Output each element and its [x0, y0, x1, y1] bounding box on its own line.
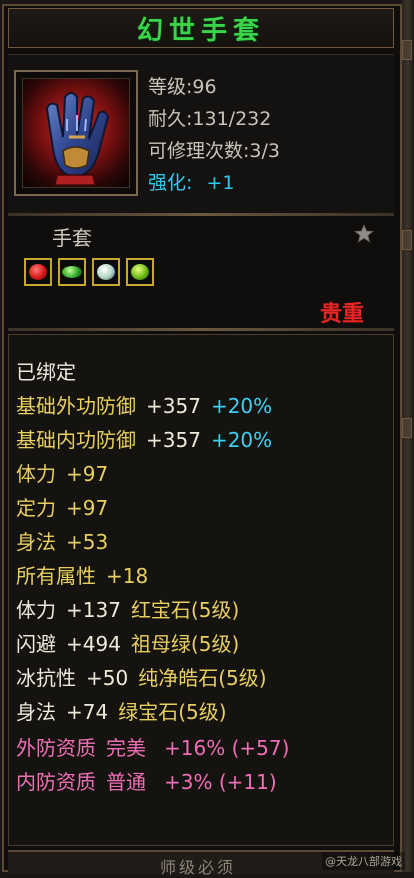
- property-row: 定力 +97: [16, 496, 109, 520]
- enhance-value: +1: [206, 172, 235, 194]
- divider: [8, 328, 394, 331]
- property-row: 冰抗性 +50 纯净皓石(5级): [16, 666, 267, 690]
- gem-slots: [24, 258, 154, 286]
- footer-text: 师级必须: [160, 858, 237, 877]
- star-icon[interactable]: [354, 224, 374, 244]
- level-stat: 等级:96: [148, 76, 217, 98]
- emerald-gem-icon[interactable]: [58, 258, 86, 286]
- window-edge: [402, 0, 414, 872]
- item-icon-box[interactable]: [14, 70, 138, 196]
- enhance-stat: 强化: +1: [148, 168, 234, 195]
- property-row: 基础内功防御 +357 +20%: [16, 428, 273, 452]
- property-row: 体力 +137 红宝石(5级): [16, 598, 240, 622]
- item-type: 手套: [52, 226, 92, 250]
- property-row: 闪避 +494 祖母绿(5级): [16, 632, 240, 656]
- title-bar: 幻世手套: [8, 8, 394, 48]
- property-row: 已绑定: [16, 360, 76, 384]
- edge-notch: [402, 40, 412, 60]
- ruby-gem-icon[interactable]: [24, 258, 52, 286]
- property-row: 所有属性 +18: [16, 564, 149, 588]
- property-row: 基础外功防御 +357 +20%: [16, 394, 273, 418]
- property-row: 体力 +97: [16, 462, 109, 486]
- glove-icon: [22, 78, 130, 188]
- repair-count-stat: 可修理次数:3/3: [148, 140, 280, 162]
- item-name: 幻世手套: [136, 15, 265, 46]
- divider: [8, 213, 394, 216]
- durability-stat: 耐久:131/232: [148, 108, 272, 130]
- property-row: 外防资质 完美 +16% (+57): [16, 736, 290, 760]
- watermark: @天龙八部游戏: [322, 852, 405, 870]
- edge-notch: [402, 418, 412, 438]
- property-row: 身法 +53: [16, 530, 109, 554]
- rarity-label: 贵重: [320, 301, 365, 327]
- edge-notch: [402, 230, 412, 250]
- diamond-gem-icon[interactable]: [92, 258, 120, 286]
- property-row: 身法 +74 绿宝石(5级): [16, 700, 227, 724]
- property-row: 内防资质 普通 +3% (+11): [16, 770, 277, 794]
- enhance-label: 强化:: [148, 172, 193, 194]
- green-gem-icon[interactable]: [126, 258, 154, 286]
